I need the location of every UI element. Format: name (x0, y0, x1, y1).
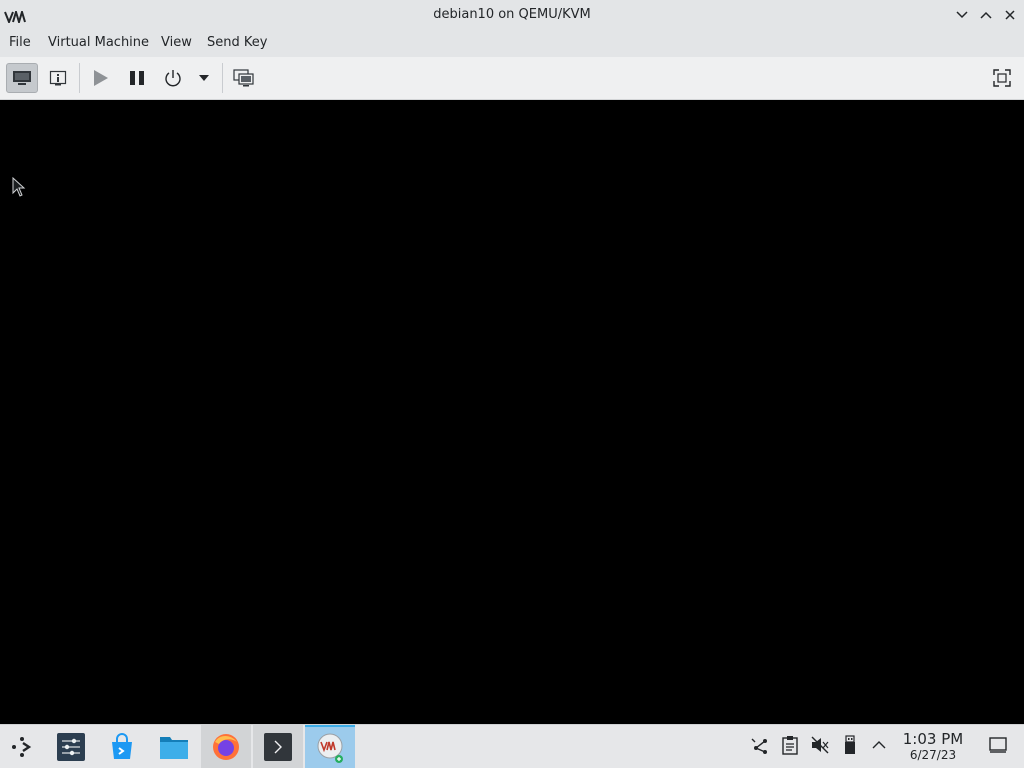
tray-usb-device[interactable] (839, 734, 861, 756)
toolbar-separator (79, 63, 80, 93)
task-firefox[interactable] (201, 725, 251, 768)
console-view-button[interactable] (6, 63, 38, 93)
terminal-icon (264, 732, 292, 761)
tray-volume[interactable] (809, 734, 831, 756)
task-terminal[interactable] (253, 725, 303, 768)
pause-icon (130, 71, 144, 85)
toolbar-separator (222, 63, 223, 93)
taskbar: 1:03 PM 6/27/23 (0, 724, 1024, 768)
window-titlebar[interactable]: debian10 on QEMU/KVM (0, 0, 1024, 29)
clock-date: 6/27/23 (909, 748, 957, 762)
maximize-button[interactable] (976, 5, 996, 25)
pause-button[interactable] (121, 63, 153, 93)
firefox-icon (213, 733, 239, 760)
info-icon (49, 70, 67, 86)
network-icon (751, 738, 767, 754)
menu-file[interactable]: File (9, 35, 31, 50)
tray-network[interactable] (749, 734, 771, 756)
close-button[interactable] (1000, 5, 1020, 25)
clock-time: 1:03 PM (902, 730, 964, 748)
chevron-up-icon (980, 11, 992, 19)
monitor-icon (13, 71, 31, 85)
tray-expand-icon (872, 741, 886, 749)
task-file-manager[interactable] (149, 725, 199, 768)
vm-icon (317, 733, 343, 763)
menu-virtual-machine[interactable]: Virtual Machine (48, 35, 149, 50)
power-icon (165, 70, 181, 87)
store-bag-icon (112, 732, 132, 759)
menu-view[interactable]: View (161, 35, 192, 50)
details-view-button[interactable] (42, 63, 74, 93)
settings-sliders-icon (57, 732, 85, 761)
chevron-down-icon (956, 11, 968, 19)
usb-device-icon (845, 735, 855, 754)
snapshots-icon (233, 69, 254, 87)
app-launcher-button[interactable] (0, 725, 44, 768)
snapshots-button[interactable] (228, 63, 260, 93)
folder-icon (160, 736, 188, 759)
toolbar (0, 57, 1024, 100)
menubar: File Virtual Machine View Send Key (0, 29, 1024, 57)
app-launcher-icon (12, 736, 32, 757)
run-button[interactable] (84, 63, 116, 93)
tray-clipboard[interactable] (779, 734, 801, 756)
mouse-cursor-icon (12, 177, 26, 197)
shutdown-button[interactable] (157, 63, 189, 93)
close-icon (1005, 10, 1015, 20)
menu-send-key[interactable]: Send Key (207, 35, 267, 50)
task-discover[interactable] (97, 725, 147, 768)
task-virt-manager[interactable] (305, 725, 355, 768)
window-title: debian10 on QEMU/KVM (433, 7, 591, 22)
vm-console-display[interactable] (0, 100, 1024, 724)
fullscreen-icon (993, 69, 1011, 87)
dropdown-arrow-icon (199, 75, 209, 81)
clipboard-icon (782, 736, 798, 755)
volume-muted-icon (811, 736, 829, 754)
play-icon (94, 70, 108, 86)
minimize-button[interactable] (952, 5, 972, 25)
task-system-settings[interactable] (46, 725, 96, 768)
digital-clock[interactable]: 1:03 PM 6/27/23 (896, 730, 970, 763)
show-desktop-button[interactable] (987, 734, 1009, 756)
shutdown-menu-button[interactable] (189, 63, 219, 93)
fullscreen-button[interactable] (986, 63, 1018, 93)
show-desktop-icon (989, 737, 1007, 753)
tray-expand-button[interactable] (868, 734, 890, 756)
